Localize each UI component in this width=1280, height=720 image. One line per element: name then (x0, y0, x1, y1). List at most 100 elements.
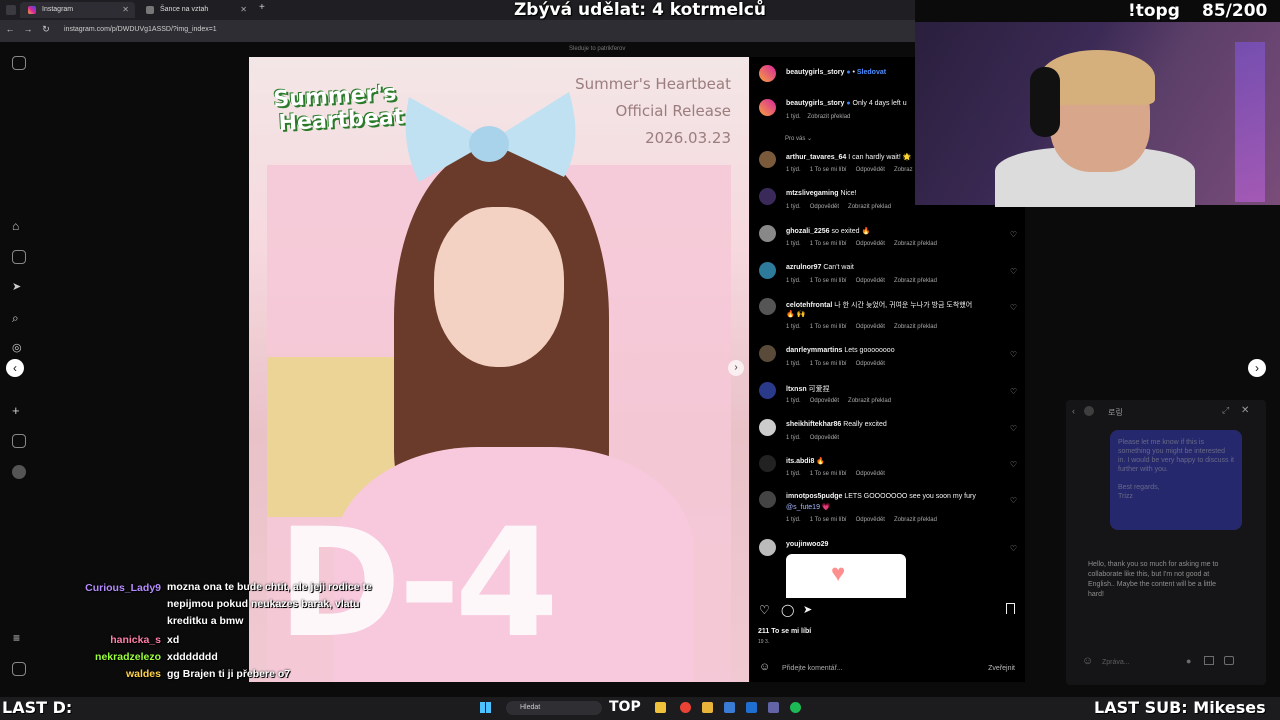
instagram-logo-icon[interactable] (12, 56, 26, 70)
likes-count[interactable]: 211 To se mi líbí (758, 628, 811, 635)
mic-icon[interactable]: ● (1186, 656, 1191, 666)
back-icon[interactable]: ‹ (1072, 406, 1075, 416)
dm-input[interactable]: Zpráva... (1102, 659, 1130, 666)
comment-username[interactable]: ghozali_2256 (786, 228, 830, 235)
comment-like-icon[interactable]: ♡ (1010, 496, 1017, 505)
avatar[interactable] (759, 345, 776, 362)
bookmark-icon[interactable] (1006, 603, 1015, 614)
direct-icon[interactable]: ➤ (12, 280, 21, 293)
comment-action[interactable]: Odpovědět (856, 324, 885, 330)
comment-action[interactable]: Zobrazit překlad (894, 241, 937, 247)
comment-like-icon[interactable]: ♡ (1010, 387, 1017, 396)
chrome-icon[interactable] (680, 702, 691, 713)
comment-action[interactable]: Odpovědět (810, 398, 839, 404)
image-icon[interactable] (1204, 656, 1214, 665)
avatar[interactable] (759, 419, 776, 436)
new-tab-button[interactable]: + (259, 2, 265, 13)
share-icon[interactable]: ➤ (803, 603, 812, 616)
comment-like-icon[interactable]: ♡ (1010, 460, 1017, 469)
comment-action[interactable]: 1 To se mi líbí (810, 278, 847, 284)
avatar[interactable] (759, 65, 776, 82)
comment-username[interactable]: sheikhiftekhar86 (786, 421, 841, 428)
search-icon[interactable]: ⌕ (12, 311, 19, 326)
avatar[interactable] (12, 465, 26, 479)
next-image-icon[interactable]: › (728, 360, 744, 376)
reload-icon[interactable]: ↻ (40, 24, 52, 35)
sticker-icon[interactable] (1224, 656, 1234, 665)
folder-icon[interactable] (702, 702, 713, 713)
close-icon[interactable]: ✕ (122, 2, 129, 18)
comment-action[interactable]: 1 To se mi líbí (810, 517, 847, 523)
comment-action[interactable]: 1 To se mi líbí (810, 167, 847, 173)
emoji-icon[interactable]: ☺ (759, 661, 770, 673)
comment-username[interactable]: its.abdi8 (786, 458, 814, 465)
for-you-row[interactable]: Pro vás ⌄ (785, 135, 812, 142)
comment-like-icon[interactable]: ♡ (1010, 230, 1017, 239)
comment-action[interactable]: Zobrazit překlad (894, 278, 937, 284)
back-icon[interactable]: ← (4, 24, 16, 34)
comment-username[interactable]: azrulnor97 (786, 264, 821, 271)
explore-icon[interactable]: ◎ (12, 341, 22, 354)
url-field[interactable]: instagram.com/p/DWDUVg1ASSD/?img_index=1 (64, 26, 217, 33)
comment-username[interactable]: danrleymmartins (786, 347, 842, 354)
avatar[interactable] (759, 188, 776, 205)
comment-action[interactable]: 1 To se mi líbí (810, 241, 847, 247)
avatar[interactable] (759, 225, 776, 242)
browser-menu-icon[interactable] (6, 5, 16, 15)
windows-start-icon[interactable] (480, 702, 491, 713)
taskbar-search[interactable]: Hledat (506, 701, 602, 715)
comment-action[interactable]: Zobrazit překlad (848, 204, 891, 210)
translate-link[interactable]: Zobrazit překlad (807, 114, 850, 120)
expand-icon[interactable]: ⤢ (1222, 405, 1229, 416)
caption-author[interactable]: beautygirls_story (786, 100, 844, 107)
comment-username[interactable]: arthur_tavares_64 (786, 154, 846, 161)
avatar[interactable] (759, 382, 776, 399)
comment-action[interactable]: Odpovědět (856, 167, 885, 173)
forward-icon[interactable]: → (22, 24, 34, 34)
next-post-icon[interactable]: › (1248, 359, 1266, 377)
avatar[interactable] (759, 298, 776, 315)
comment-action[interactable]: 1 To se mi líbí (810, 324, 847, 330)
dashboard-icon[interactable] (12, 434, 26, 448)
comment-action[interactable]: Zobrazit překlad (894, 517, 937, 523)
comment-action[interactable]: 1 To se mi líbí (810, 471, 847, 477)
comment-like-icon[interactable]: ♡ (1010, 544, 1017, 553)
teams-icon[interactable] (768, 702, 779, 713)
comment-like-icon[interactable]: ♡ (1010, 350, 1017, 359)
avatar[interactable] (759, 99, 776, 116)
comment-action[interactable]: Odpovědět (856, 361, 885, 367)
outlook-icon[interactable] (746, 702, 757, 713)
comment-action[interactable]: Odpovědět (856, 517, 885, 523)
reels-icon[interactable] (12, 250, 26, 264)
spotify-icon[interactable] (790, 702, 801, 713)
home-icon[interactable]: ⌂ (12, 219, 19, 233)
comment-username[interactable]: mtzslivegaming (786, 190, 839, 197)
comment-username[interactable]: youjinwoo29 (786, 541, 828, 548)
avatar[interactable] (759, 539, 776, 556)
comment-action[interactable]: Odpovědět (856, 278, 885, 284)
comment-action[interactable]: Zobrazit překlad (894, 324, 937, 330)
like-icon[interactable]: ♡ (759, 603, 770, 617)
avatar[interactable] (759, 151, 776, 168)
avatar[interactable] (759, 262, 776, 279)
comment-input[interactable]: Přidejte komentář... (782, 665, 843, 672)
app-icon[interactable] (724, 702, 735, 713)
comment-action[interactable]: Odpovědět (810, 204, 839, 210)
tab-instagram[interactable]: Instagram ✕ (20, 2, 135, 18)
publish-button[interactable]: Zveřejnit (988, 665, 1015, 672)
comment-like-icon[interactable]: ♡ (1010, 267, 1017, 276)
comment-icon[interactable]: ◯ (781, 603, 794, 617)
comment-action[interactable]: 1 To se mi líbí (810, 361, 847, 367)
comment-action[interactable]: Odpovědět (856, 241, 885, 247)
comment-like-icon[interactable]: ♡ (1010, 424, 1017, 433)
follow-button[interactable]: Sledovat (857, 69, 886, 76)
comment-action[interactable]: Odpovědět (810, 435, 839, 441)
comment-action[interactable]: Odpovědět (856, 471, 885, 477)
file-explorer-icon[interactable] (655, 702, 666, 713)
prev-post-icon[interactable]: ‹ (6, 359, 24, 377)
comment-like-icon[interactable]: ♡ (1010, 303, 1017, 312)
avatar[interactable] (759, 455, 776, 472)
close-icon[interactable]: ✕ (1241, 405, 1249, 416)
comment-username[interactable]: ltxnsn (786, 386, 807, 393)
comment-action[interactable]: Zobraz (894, 167, 913, 173)
